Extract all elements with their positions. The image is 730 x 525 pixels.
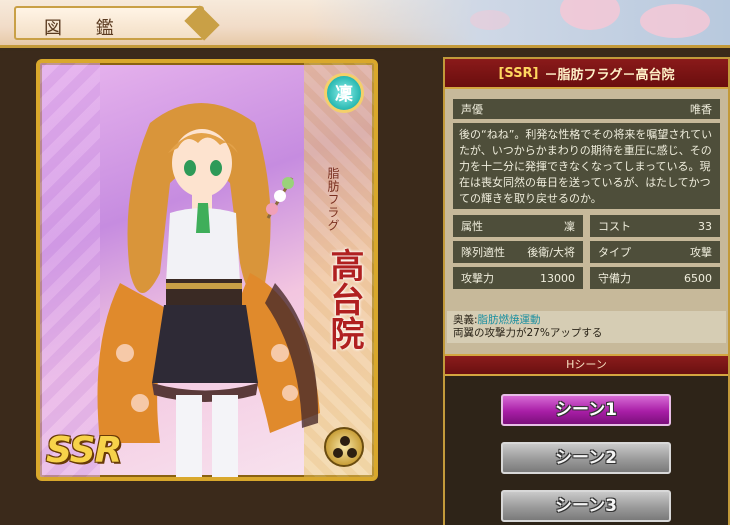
character-name-bar: [SSR] －脂肪フラグ－高台院	[445, 59, 728, 89]
scene-3-button[interactable]: シーン3	[501, 490, 671, 522]
stat-label: 隊列適性	[461, 246, 505, 259]
character-name: －脂肪フラグ－高台院	[544, 67, 675, 83]
blossom-decoration	[470, 10, 510, 30]
attribute-badge: 凜	[324, 73, 364, 113]
family-crest-icon	[324, 427, 364, 467]
stat-formation: 隊列適性 後衛/大将	[453, 241, 583, 263]
special-skill-description: 両翼の攻撃力が27%アップする	[453, 327, 603, 339]
stat-label: 属性	[461, 220, 483, 233]
info-panel: [SSR] －脂肪フラグ－高台院 声優 唯香 後の“ねね”。利発な性格でその将来…	[443, 57, 730, 525]
card-title-vertical: 脂肪フラグ	[326, 167, 340, 232]
stat-attribute: 属性 凜	[453, 215, 583, 237]
stat-label: 守備力	[598, 272, 631, 285]
stat-value: 6500	[684, 271, 712, 285]
stat-cost: コスト 33	[590, 215, 720, 237]
character-card: 凜 脂肪フラグ 高台院 SSR	[36, 59, 378, 481]
page-title: 図 鑑	[44, 18, 128, 39]
special-skill-label: 奥義:	[453, 314, 478, 326]
character-description: 後の“ねね”。利発な性格でその将来を嘱望されていたが、いつからかまわりの期待を重…	[453, 123, 720, 209]
header-banner: 図 鑑	[0, 0, 730, 48]
stat-label: コスト	[598, 220, 631, 233]
stat-value: 凜	[564, 220, 575, 233]
h-scene-header: Hシーン	[445, 354, 728, 376]
stat-label: 攻撃力	[461, 272, 494, 285]
special-skill-name: 脂肪燃焼運動	[477, 314, 541, 326]
card-display-area: 凜 脂肪フラグ 高台院 SSR	[0, 51, 440, 525]
stat-value: 33	[698, 219, 712, 233]
voice-value: 唯香	[690, 103, 712, 116]
voice-row: 声優 唯香	[453, 99, 720, 119]
character-illustration	[97, 103, 320, 477]
scene-list: シーン1 シーン2 シーン3	[445, 376, 728, 525]
name-rarity-tag: [SSR]	[498, 65, 539, 81]
stat-type: タイプ 攻撃	[590, 241, 720, 263]
stat-value: 13000	[540, 271, 575, 285]
stat-value: 攻撃	[690, 246, 712, 259]
page-title-plate: 図 鑑	[14, 5, 220, 41]
card-name-vertical: 高台院	[324, 248, 364, 350]
scene-2-button[interactable]: シーン2	[501, 442, 671, 474]
scene-1-button[interactable]: シーン1	[501, 394, 671, 426]
title-plate-ornament	[184, 5, 220, 41]
stat-value: 後衛/大将	[527, 246, 575, 259]
stat-attack: 攻撃力 13000	[453, 267, 583, 289]
voice-label: 声優	[461, 103, 483, 116]
rarity-label: SSR	[46, 430, 122, 471]
stat-defense: 守備力 6500	[590, 267, 720, 289]
special-skill-box: 奥義:脂肪燃焼運動 両翼の攻撃力が27%アップする	[447, 311, 726, 343]
blossom-decoration	[640, 4, 710, 38]
stat-label: タイプ	[598, 246, 631, 259]
